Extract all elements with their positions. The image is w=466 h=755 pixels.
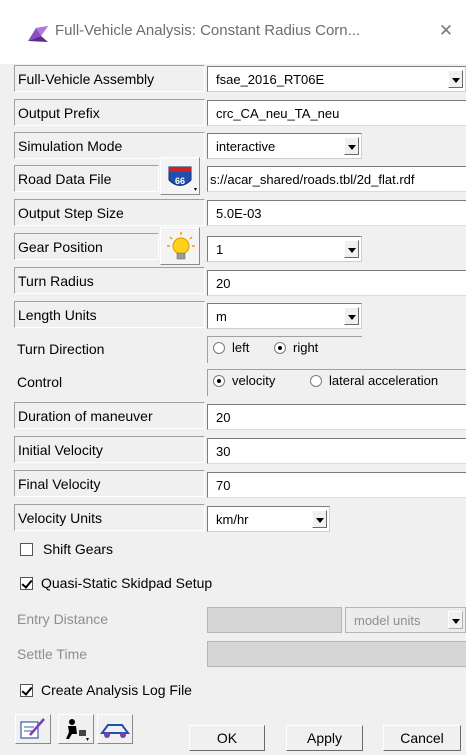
window-title: Full-Vehicle Analysis: Constant Radius C… <box>55 22 361 39</box>
gear-position-info-button[interactable] <box>160 227 200 265</box>
entry-distance-units-value: model units <box>354 613 421 628</box>
label-cell-velocity-units: Velocity Units <box>14 504 205 531</box>
length-units-label: Length Units <box>18 307 97 323</box>
velocity-units-value: km/hr <box>216 512 249 527</box>
quasi-static-checkbox[interactable] <box>20 577 33 590</box>
label-cell-control: Control <box>14 369 205 396</box>
shift-gears-checkbox[interactable] <box>20 543 33 556</box>
entry-distance-units-select: model units <box>345 607 466 633</box>
close-icon[interactable]: ✕ <box>437 21 455 41</box>
driver-figure-icon <box>66 719 89 741</box>
label-cell-assembly: Full-Vehicle Assembly <box>14 65 205 92</box>
turn-left-label[interactable]: left <box>232 340 249 355</box>
control-velocity-label[interactable]: velocity <box>232 373 275 388</box>
control-group: velocity lateral acceleration <box>207 369 466 396</box>
output-step-size-value: 5.0E-03 <box>216 206 262 221</box>
gear-position-select[interactable]: 1 <box>207 236 362 262</box>
final-velocity-label: Final Velocity <box>18 476 101 492</box>
chevron-down-icon[interactable] <box>448 70 463 88</box>
velocity-units-label: Velocity Units <box>18 510 103 526</box>
label-cell-gear-position: Gear Position <box>14 233 159 260</box>
gear-position-value: 1 <box>216 242 224 257</box>
chevron-down-icon[interactable] <box>344 307 359 325</box>
assembly-select[interactable]: fsae_2016_RT06E <box>207 66 466 92</box>
lightbulb-icon <box>167 232 195 260</box>
driver-setup-button[interactable] <box>58 714 94 744</box>
length-units-select[interactable]: m <box>207 303 362 329</box>
chevron-down-icon[interactable] <box>344 137 359 155</box>
turn-direction-group: left right <box>207 336 362 363</box>
turn-right-label[interactable]: right <box>293 340 318 355</box>
label-cell-length-units: Length Units <box>14 301 205 328</box>
final-velocity-value: 70 <box>216 478 231 493</box>
settle-time-field <box>207 641 466 667</box>
simulation-mode-select[interactable]: interactive <box>207 133 362 159</box>
entry-distance-label: Entry Distance <box>17 611 109 627</box>
chevron-down-icon[interactable] <box>312 510 327 528</box>
duration-field[interactable]: 20 <box>207 404 466 430</box>
assembly-label: Full-Vehicle Assembly <box>18 71 155 87</box>
apply-button[interactable]: Apply <box>286 725 363 751</box>
output-step-size-field[interactable]: 5.0E-03 <box>207 200 466 226</box>
turn-radius-field[interactable]: 20 <box>207 270 466 296</box>
assembly-value: fsae_2016_RT06E <box>216 72 325 87</box>
control-lateral-label[interactable]: lateral acceleration <box>329 373 438 388</box>
initial-velocity-label: Initial Velocity <box>18 442 103 458</box>
vehicle-view-icon <box>100 724 130 738</box>
settle-time-label: Settle Time <box>17 646 88 662</box>
edit-notes-button[interactable] <box>15 714 51 744</box>
road-file-browse-button[interactable]: 66 <box>160 157 200 195</box>
label-cell-initial-velocity: Initial Velocity <box>14 436 205 463</box>
label-cell-turn-radius: Turn Radius <box>14 267 205 294</box>
duration-value: 20 <box>216 410 231 425</box>
label-cell-road-data-file: Road Data File <box>14 165 159 192</box>
label-cell-turn-direction: Turn Direction <box>14 336 205 363</box>
duration-label: Duration of maneuver <box>18 408 153 424</box>
chevron-down-icon[interactable] <box>344 240 359 258</box>
turn-radius-label: Turn Radius <box>18 273 94 289</box>
road-data-file-value: s://acar_shared/roads.tbl/2d_flat.rdf <box>210 172 415 187</box>
notepad-pencil-icon <box>20 718 45 739</box>
simulation-mode-value: interactive <box>216 139 276 154</box>
road-data-file-label: Road Data File <box>18 171 112 187</box>
shift-gears-label[interactable]: Shift Gears <box>43 541 113 557</box>
title-bar: Full-Vehicle Analysis: Constant Radius C… <box>0 0 466 64</box>
initial-velocity-value: 30 <box>216 444 231 459</box>
output-step-size-label: Output Step Size <box>18 205 124 221</box>
road-data-file-field[interactable]: s://acar_shared/roads.tbl/2d_flat.rdf <box>207 166 466 192</box>
output-prefix-label: Output Prefix <box>18 105 100 121</box>
route-66-icon-text: 66 <box>175 176 185 186</box>
gear-position-label: Gear Position <box>18 239 103 255</box>
turn-radius-value: 20 <box>216 276 231 291</box>
control-label: Control <box>17 374 63 390</box>
entry-distance-field <box>207 607 342 633</box>
turn-right-radio[interactable] <box>274 342 286 354</box>
cancel-button[interactable]: Cancel <box>383 725 461 751</box>
label-cell-simulation-mode: Simulation Mode <box>14 132 205 159</box>
ok-button[interactable]: OK <box>189 725 265 751</box>
output-prefix-value: crc_CA_neu_TA_neu <box>216 106 340 121</box>
control-lateral-radio[interactable] <box>310 375 322 387</box>
label-cell-final-velocity: Final Velocity <box>14 470 205 497</box>
label-cell-output-step-size: Output Step Size <box>14 199 205 226</box>
final-velocity-field[interactable]: 70 <box>207 472 466 498</box>
create-log-label[interactable]: Create Analysis Log File <box>41 682 192 698</box>
length-units-value: m <box>216 309 227 324</box>
dialog-body: Full-Vehicle Assembly fsae_2016_RT06E Ou… <box>0 64 466 755</box>
adams-car-app-icon <box>28 26 48 42</box>
turn-direction-label: Turn Direction <box>17 341 105 357</box>
quasi-static-label[interactable]: Quasi-Static Skidpad Setup <box>41 575 212 591</box>
label-cell-duration: Duration of maneuver <box>14 402 205 429</box>
simulation-mode-label: Simulation Mode <box>18 138 123 154</box>
initial-velocity-field[interactable]: 30 <box>207 438 466 464</box>
control-velocity-radio[interactable] <box>213 375 225 387</box>
view-vehicle-button[interactable] <box>97 714 133 744</box>
label-cell-output-prefix: Output Prefix <box>14 99 205 126</box>
velocity-units-select[interactable]: km/hr <box>207 506 330 532</box>
create-log-checkbox[interactable] <box>20 684 33 697</box>
chevron-down-icon <box>448 611 463 629</box>
output-prefix-field[interactable]: crc_CA_neu_TA_neu <box>207 100 466 126</box>
route-66-icon: 66 <box>168 166 197 191</box>
turn-left-radio[interactable] <box>213 342 225 354</box>
